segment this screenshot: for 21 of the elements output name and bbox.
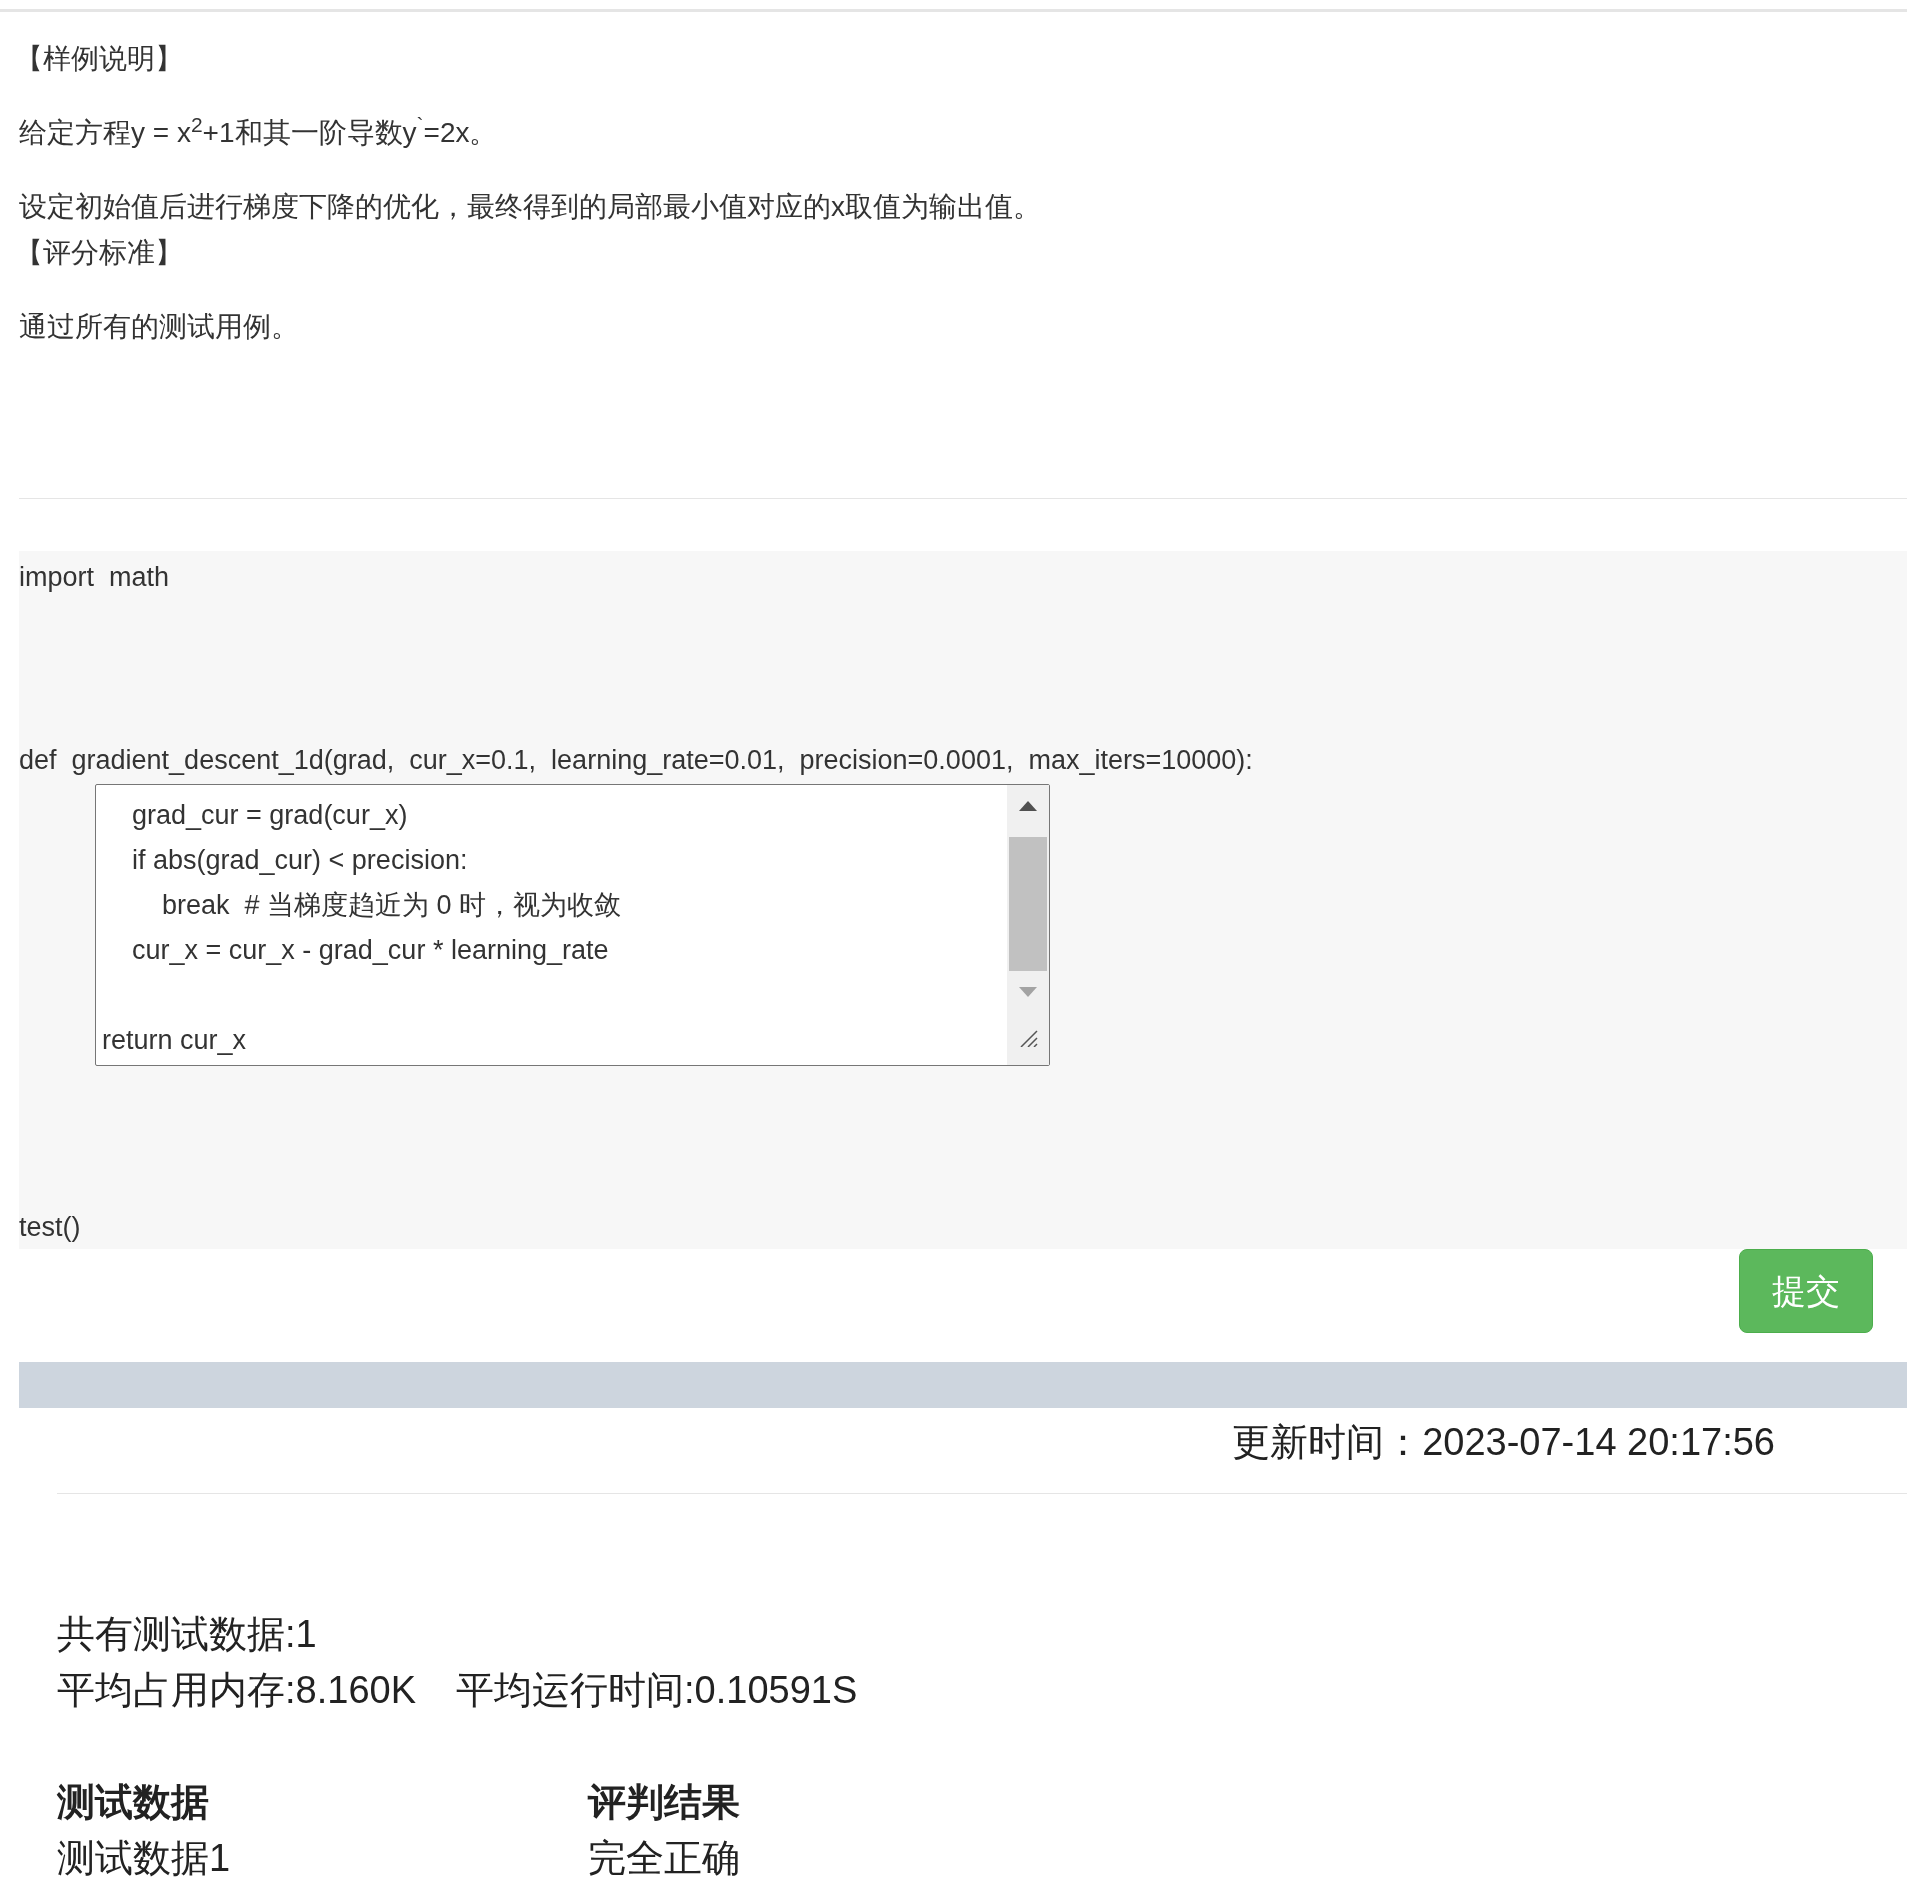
code-line: import math	[19, 561, 171, 594]
code-line: test()	[19, 1210, 81, 1244]
section-heading: 【评分标准】	[15, 236, 184, 270]
table-cell: 测试数据1	[57, 1837, 231, 1879]
scroll-down-icon[interactable]	[1019, 987, 1037, 997]
column-header: 测试数据	[57, 1780, 209, 1825]
average-runtime: 平均运行时间:0.10591S	[456, 1668, 858, 1713]
code-editor-field[interactable]: grad_cur = grad(cur_x) if abs(grad_cur) < precision: break # 当梯度趋近为 0 时，视为收敛 cur_x = cur_x - grad_cur * learning_rate return cur_x	[95, 784, 1050, 1066]
test-count: 共有测试数据:1	[57, 1613, 317, 1655]
description-text: 通过所有的测试用例。	[19, 310, 300, 344]
description-text: 给定方程y = x$^{2}$+1和其一阶导数y$^{`}$=2x。	[19, 112, 499, 150]
description-text: 设定初始值后进行梯度下降的优化，最终得到的局部最小值对应的x取值为输出值。	[19, 190, 1042, 224]
average-memory: 平均占用内存:8.160K	[57, 1668, 416, 1713]
scrollbar[interactable]	[1007, 785, 1049, 1065]
update-time: 更新时间：2023-07-14 20:17:56	[1232, 1420, 1775, 1465]
section-heading: 【样例说明】	[15, 42, 184, 76]
scroll-up-icon[interactable]	[1019, 801, 1037, 811]
column-header: 评判结果	[588, 1780, 740, 1825]
table-cell: 完全正确	[588, 1837, 740, 1879]
code-line: def gradient_descent_1d(grad, cur_x=0.1, learning_rate=0.01, precision=0.0001, max_iters=10000):	[19, 743, 1254, 777]
scrollbar-thumb[interactable]	[1009, 837, 1047, 971]
